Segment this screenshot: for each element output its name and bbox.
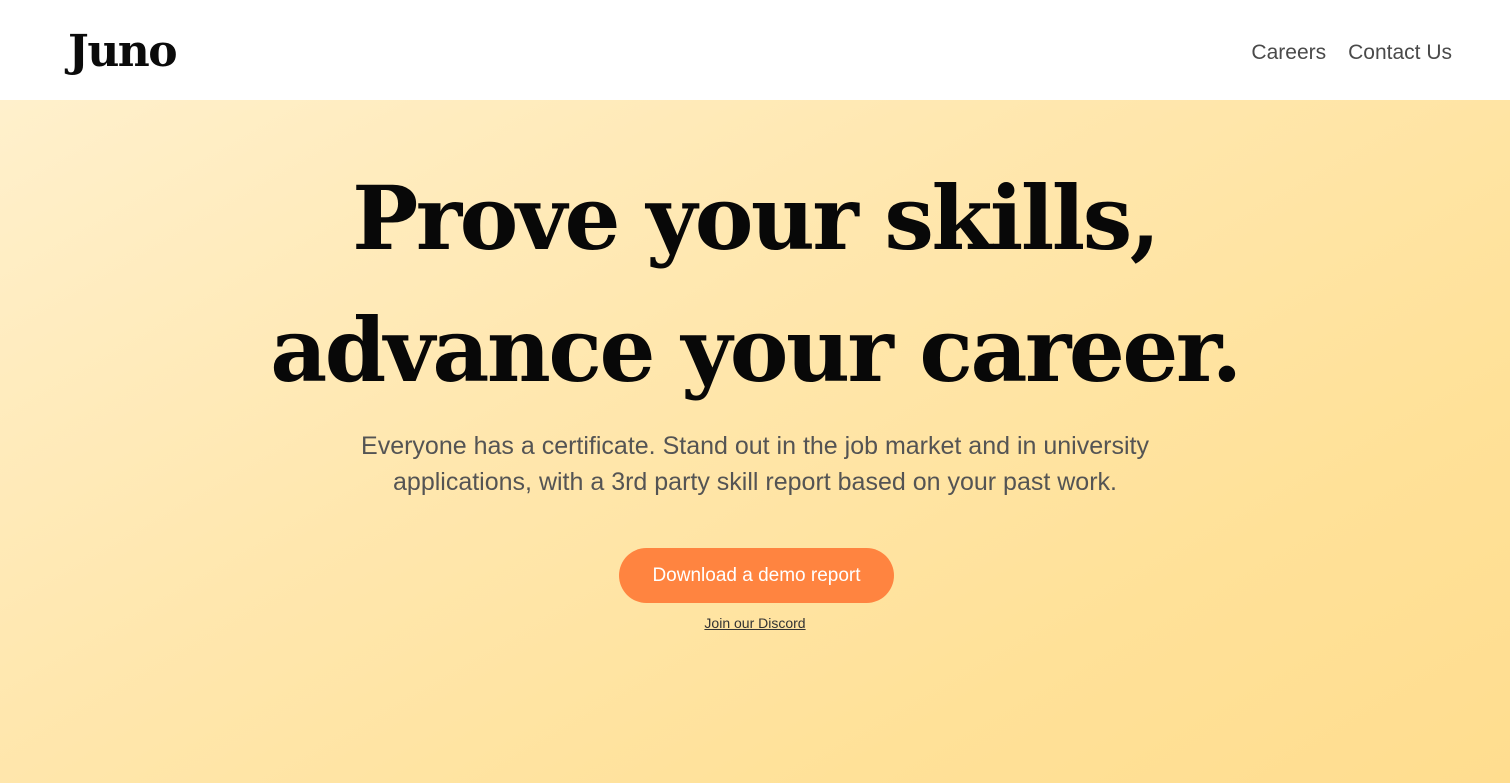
top-nav: Careers Contact Us <box>1251 38 1452 68</box>
landing-page: Juno Careers Contact Us Prove your skill… <box>0 0 1510 783</box>
brand-logo[interactable]: Juno <box>68 22 178 82</box>
discord-link-container: Join our Discord <box>0 612 1510 634</box>
hero-title: Prove your skills, advance your career. <box>0 152 1510 416</box>
hero-subtitle: Everyone has a certificate. Stand out in… <box>361 432 1149 496</box>
hero-section: Prove your skills, advance your career. … <box>0 100 1510 783</box>
hero-title-line-1: Prove your skills, <box>352 166 1160 270</box>
site-header: Juno Careers Contact Us <box>0 0 1510 100</box>
hero-title-line-2: advance your career. <box>270 298 1242 402</box>
nav-link-contact-us[interactable]: Contact Us <box>1348 38 1452 68</box>
nav-link-careers[interactable]: Careers <box>1251 38 1326 68</box>
download-demo-report-button[interactable]: Download a demo report <box>619 548 894 603</box>
join-discord-link[interactable]: Join our Discord <box>704 615 805 631</box>
